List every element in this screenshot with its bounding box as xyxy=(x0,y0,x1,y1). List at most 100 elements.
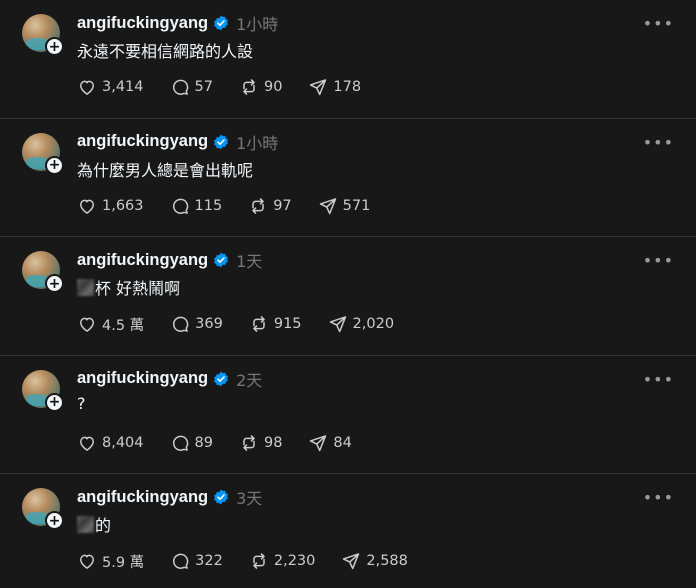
post-text: 為什麼男人總是會出軌呢 xyxy=(77,157,253,181)
share-button[interactable]: 571 xyxy=(318,196,370,216)
post[interactable]: + angifuckingyang 1小時 ••• 永遠不要相信網路的人設 3,… xyxy=(0,0,696,119)
comment-icon xyxy=(173,554,189,570)
comment-icon xyxy=(172,435,188,451)
more-horizontal-icon[interactable]: ••• xyxy=(643,133,674,152)
post[interactable]: + angifuckingyang 2天 ••• ? 8,404 89 98 8… xyxy=(0,356,696,475)
like-button[interactable]: 8,404 xyxy=(77,433,144,453)
repost-count: 97 xyxy=(273,197,292,214)
post-actions: 5.9 萬 322 2,230 2,588 xyxy=(77,550,434,572)
post-header: angifuckingyang 1小時 xyxy=(77,131,278,153)
post-header: angifuckingyang 3天 xyxy=(77,486,263,509)
send-icon xyxy=(310,79,327,96)
heart-icon xyxy=(80,555,94,570)
reply-count: 115 xyxy=(194,197,223,214)
comment-icon xyxy=(172,198,188,214)
threads-feed: + angifuckingyang 1小時 ••• 永遠不要相信網路的人設 3,… xyxy=(0,0,696,588)
post-text: ? xyxy=(77,394,86,413)
verified-badge-icon xyxy=(213,252,229,268)
post-text: 永遠不要相信網路的人設 xyxy=(77,38,253,62)
username[interactable]: angifuckingyang xyxy=(77,14,208,33)
plus-icon[interactable]: + xyxy=(45,392,64,412)
plus-icon[interactable]: + xyxy=(45,274,64,294)
post-time: 2天 xyxy=(236,370,263,390)
share-count: 178 xyxy=(333,79,362,95)
more-horizontal-icon[interactable]: ••• xyxy=(643,14,674,33)
repost-button[interactable]: 90 xyxy=(239,77,282,97)
like-button[interactable]: 5.9 萬 xyxy=(77,551,144,572)
like-count: 3,414 xyxy=(102,79,144,95)
redacted-text-block xyxy=(77,278,94,296)
reply-button[interactable]: 57 xyxy=(170,77,213,97)
post-text-content: 的 xyxy=(95,516,112,536)
username[interactable]: angifuckingyang xyxy=(77,132,208,151)
plus-icon[interactable]: + xyxy=(45,37,64,56)
post-header: angifuckingyang 2天 xyxy=(77,368,262,390)
post-header: angifuckingyang 1天 xyxy=(77,249,263,272)
like-count: 4.5 萬 xyxy=(102,317,145,334)
username[interactable]: angifuckingyang xyxy=(77,369,208,388)
post-actions: 4.5 萬 369 915 2,020 xyxy=(77,313,420,335)
post-time: 1天 xyxy=(236,252,263,272)
repost-button[interactable]: 98 xyxy=(239,433,282,453)
heart-icon xyxy=(80,317,94,333)
reply-button[interactable]: 89 xyxy=(170,433,213,453)
reply-button[interactable]: 322 xyxy=(170,551,223,571)
avatar[interactable]: + xyxy=(22,132,64,175)
post[interactable]: + angifuckingyang 1天 ••• 杯 好熱鬧啊 4.5 萬 36… xyxy=(0,237,696,356)
heart-icon xyxy=(80,199,94,214)
repost-count: 2,230 xyxy=(273,553,316,570)
like-button[interactable]: 4.5 萬 xyxy=(77,314,144,335)
plus-icon[interactable]: + xyxy=(45,155,64,175)
repost-icon xyxy=(253,553,265,570)
post-actions: 3,414 57 90 178 xyxy=(77,76,387,98)
reply-count: 322 xyxy=(195,553,223,570)
repost-button[interactable]: 2,230 xyxy=(249,551,316,571)
post-actions: 8,404 89 98 84 xyxy=(77,432,378,454)
heart-icon xyxy=(80,80,94,95)
reply-button[interactable]: 115 xyxy=(170,196,223,216)
post-text-content: 永遠不要相信網路的人設 xyxy=(77,42,254,61)
heart-icon xyxy=(80,436,94,451)
repost-button[interactable]: 915 xyxy=(249,314,302,334)
reply-button[interactable]: 369 xyxy=(170,314,223,334)
avatar[interactable]: + xyxy=(22,251,64,294)
post-time: 1小時 xyxy=(236,15,279,34)
avatar[interactable]: + xyxy=(22,14,64,56)
post-time: 3天 xyxy=(236,489,263,509)
share-button[interactable]: 84 xyxy=(308,433,352,453)
post-header: angifuckingyang 1小時 xyxy=(77,12,279,35)
like-count: 5.9 萬 xyxy=(102,554,145,571)
post-actions: 1,663 115 97 571 xyxy=(77,195,396,217)
plus-icon[interactable]: + xyxy=(45,511,64,531)
share-button[interactable]: 2,588 xyxy=(341,551,408,571)
share-button[interactable]: 178 xyxy=(308,77,361,97)
more-horizontal-icon[interactable]: ••• xyxy=(643,488,674,507)
repost-button[interactable]: 97 xyxy=(248,196,292,216)
post-time: 1小時 xyxy=(236,133,279,153)
like-button[interactable]: 1,663 xyxy=(77,196,144,216)
send-icon xyxy=(319,197,336,214)
share-count: 2,020 xyxy=(352,316,395,333)
share-count: 2,588 xyxy=(366,553,408,570)
repost-count: 90 xyxy=(263,79,283,95)
share-button[interactable]: 2,020 xyxy=(328,314,395,334)
reply-count: 57 xyxy=(194,79,213,95)
repost-count: 915 xyxy=(273,316,302,333)
username[interactable]: angifuckingyang xyxy=(77,251,208,270)
like-button[interactable]: 3,414 xyxy=(77,77,144,97)
avatar[interactable]: + xyxy=(22,369,64,412)
more-horizontal-icon[interactable]: ••• xyxy=(643,251,674,270)
post[interactable]: + angifuckingyang 3天 ••• 的 5.9 萬 322 2,2… xyxy=(0,474,696,588)
verified-badge-icon xyxy=(213,489,229,505)
repost-icon xyxy=(243,434,255,451)
send-icon xyxy=(329,316,346,333)
more-horizontal-icon[interactable]: ••• xyxy=(643,370,674,389)
avatar[interactable]: + xyxy=(22,488,64,531)
send-icon xyxy=(310,434,327,452)
redacted-text-block xyxy=(77,515,94,533)
post-text: 的 xyxy=(77,512,111,536)
post-text: 杯 好熱鬧啊 xyxy=(77,275,180,299)
post[interactable]: + angifuckingyang 1小時 ••• 為什麼男人總是會出軌呢 1,… xyxy=(0,119,696,238)
comment-icon xyxy=(172,79,188,95)
username[interactable]: angifuckingyang xyxy=(77,488,208,507)
